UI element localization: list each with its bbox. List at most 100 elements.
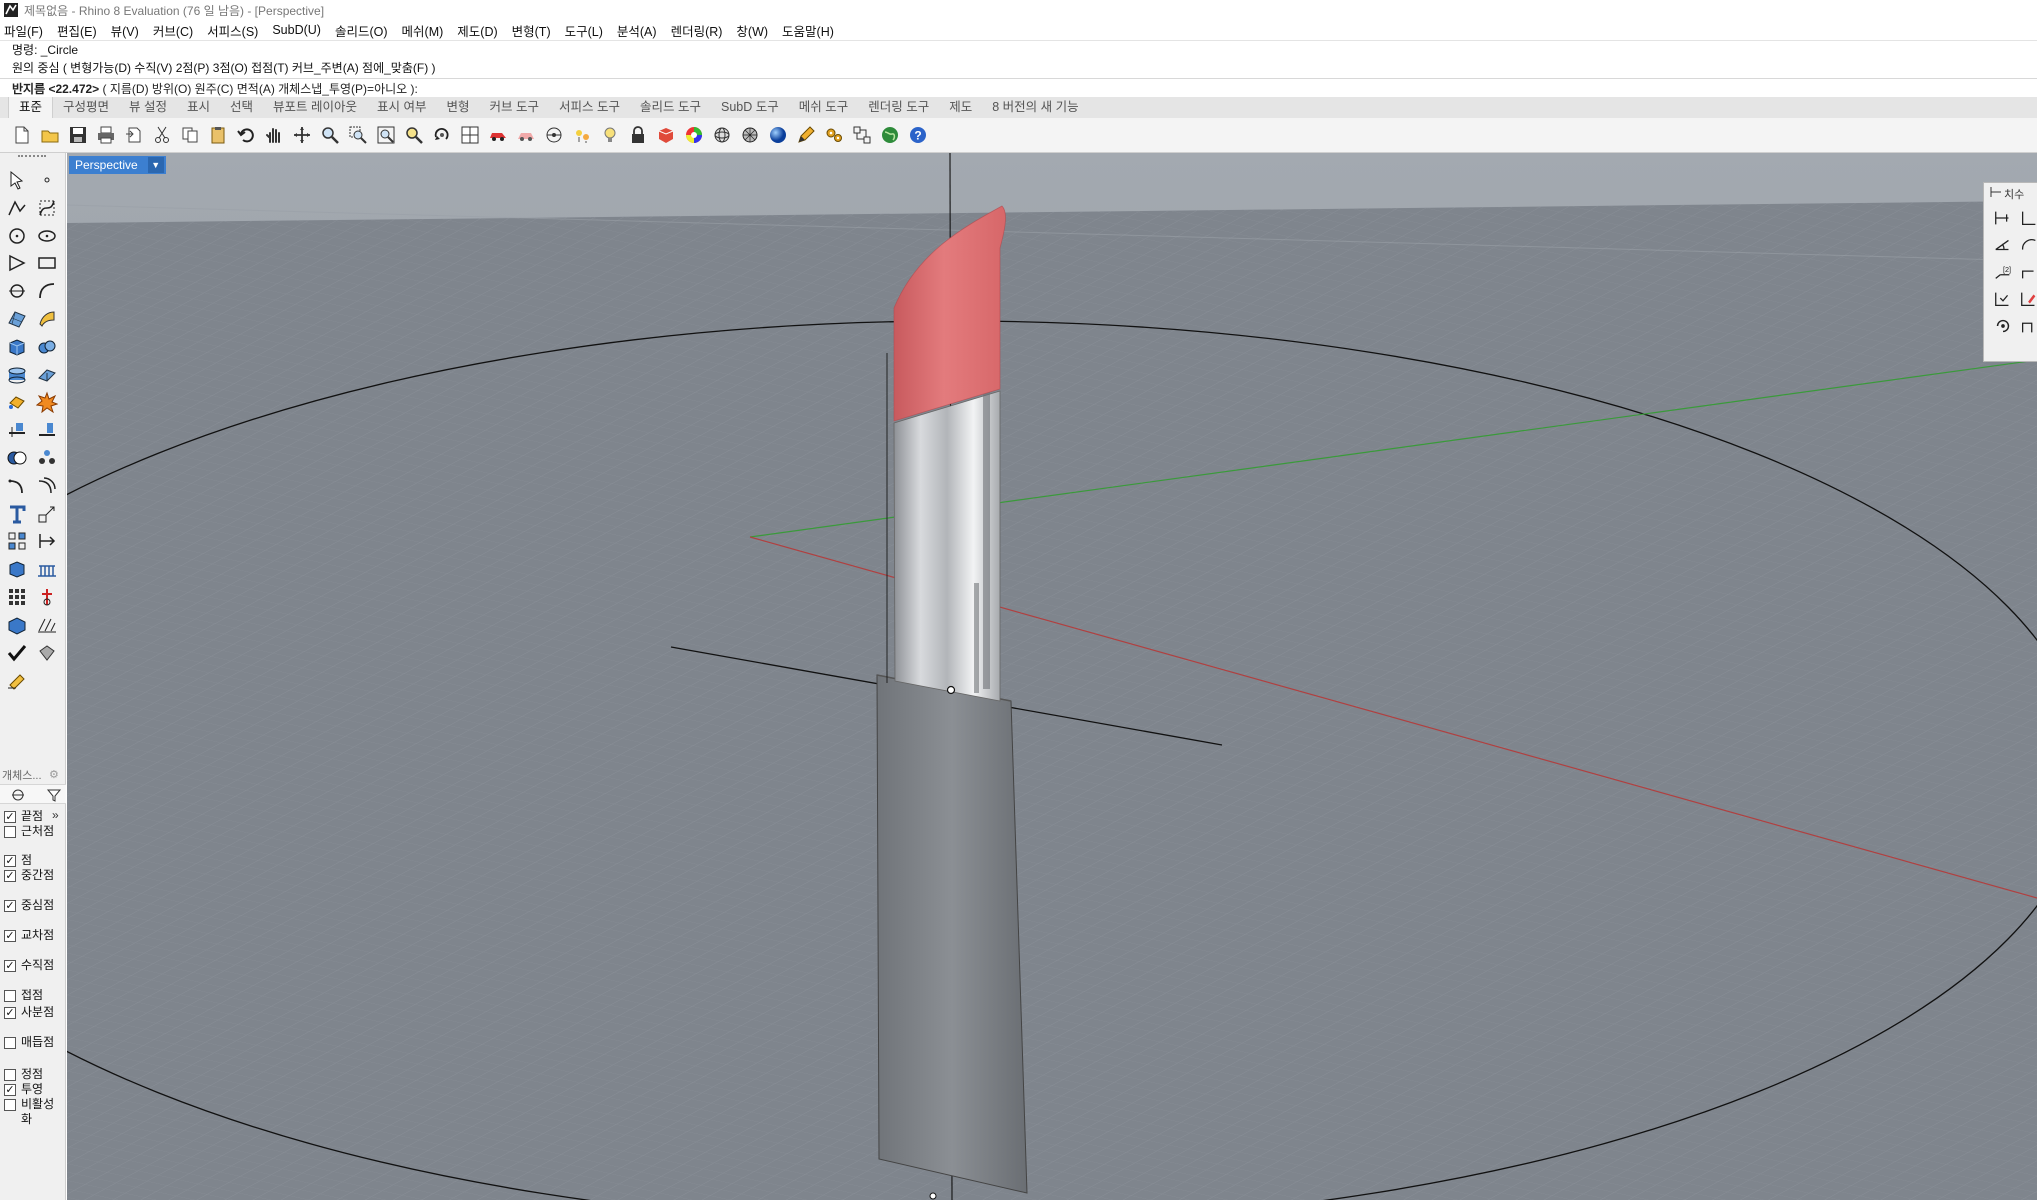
copy-icon[interactable] <box>178 123 202 147</box>
print-icon[interactable] <box>94 123 118 147</box>
tab-visibility[interactable]: 표시 여부 <box>367 97 436 118</box>
tab-set-view[interactable]: 뷰 설정 <box>119 97 177 118</box>
offset-icon[interactable] <box>34 473 60 499</box>
color-wheel-icon[interactable] <box>682 123 706 147</box>
dim-rotate-icon[interactable] <box>1990 313 2016 339</box>
tab-standard[interactable]: 표준 <box>8 97 54 118</box>
menu-solid[interactable]: 솔리드(O) <box>335 21 388 40</box>
render-preview-icon[interactable] <box>514 123 538 147</box>
menu-render[interactable]: 렌더링(R) <box>671 21 723 40</box>
polygon-icon[interactable] <box>4 250 30 276</box>
osnap-item-knot[interactable]: 매듭점 <box>4 1035 54 1065</box>
dim-leader-icon[interactable] <box>2016 259 2037 285</box>
paste-icon[interactable] <box>206 123 230 147</box>
arc-icon[interactable] <box>4 278 30 304</box>
tab-select[interactable]: 선택 <box>220 97 263 118</box>
sphere-wire-icon[interactable] <box>710 123 734 147</box>
dim-number-icon[interactable]: [2] <box>1990 259 2016 285</box>
rectangle-icon[interactable] <box>34 250 60 276</box>
tab-mesh-tools[interactable]: 메쉬 도구 <box>789 97 858 118</box>
view-rotate-icon[interactable] <box>430 123 454 147</box>
checkbox-checked-icon[interactable]: ✓ <box>4 870 16 882</box>
checkbox-checked-icon[interactable]: ✓ <box>4 900 16 912</box>
osnap-item-disable[interactable]: 비활성화 <box>4 1097 54 1127</box>
menu-drafting[interactable]: 제도(D) <box>457 21 497 40</box>
lights-icon[interactable] <box>570 123 594 147</box>
extrude-icon[interactable] <box>34 362 60 388</box>
snap-target-icon[interactable] <box>542 123 566 147</box>
checkbox-unchecked-icon[interactable] <box>4 990 16 1002</box>
checkbox-checked-icon[interactable]: ✓ <box>4 855 16 867</box>
command-prompt-options[interactable]: ( 지름(D) 방위(O) 원주(C) 면적(A) 개체스냅_투영(P)=아니오… <box>99 82 418 96</box>
zoom-icon[interactable] <box>318 123 342 147</box>
grasshopper-icon[interactable] <box>850 123 874 147</box>
snap-target-icon[interactable] <box>10 787 26 803</box>
checkbox-unchecked-icon[interactable] <box>4 826 16 838</box>
array-icon[interactable] <box>4 528 30 554</box>
dim-linear-icon[interactable] <box>1990 205 2016 231</box>
boolean-icon[interactable] <box>4 445 30 471</box>
osnap-item-near[interactable]: 근처점 <box>4 824 54 853</box>
tab-render-tools[interactable]: 렌더링 도구 <box>858 97 939 118</box>
surface-icon[interactable] <box>4 306 30 332</box>
car-icon[interactable] <box>486 123 510 147</box>
save-icon[interactable] <box>66 123 90 147</box>
ellipse-icon[interactable] <box>34 223 60 249</box>
osnap-item-tangent[interactable]: 접점 <box>4 988 54 1003</box>
checkbox-unchecked-icon[interactable] <box>4 1099 16 1111</box>
tab-solid-tools[interactable]: 솔리드 도구 <box>630 97 711 118</box>
dim-aligned-icon[interactable] <box>2016 205 2037 231</box>
lock-icon[interactable] <box>626 123 650 147</box>
tab-surface-tools[interactable]: 서피스 도구 <box>549 97 630 118</box>
tab-curve-tools[interactable]: 커브 도구 <box>480 97 549 118</box>
checkbox-unchecked-icon[interactable] <box>4 1069 16 1081</box>
curve-tool-icon[interactable] <box>34 278 60 304</box>
sphere-icon[interactable] <box>34 334 60 360</box>
join-icon[interactable] <box>34 445 60 471</box>
cube-wire-icon[interactable] <box>34 640 60 666</box>
select-arrow-icon[interactable] <box>4 167 30 193</box>
tab-new-in-v8[interactable]: 8 버전의 새 기능 <box>982 97 1088 118</box>
lipstick-case[interactable] <box>876 674 1028 1194</box>
osnap-item-center[interactable]: ✓ 중심점 <box>4 898 54 928</box>
palette-grip[interactable] <box>18 155 46 159</box>
checkbox-unchecked-icon[interactable] <box>4 1037 16 1049</box>
tab-subd-tools[interactable]: SubD 도구 <box>711 97 789 118</box>
history-icon[interactable] <box>34 612 60 638</box>
explode-icon[interactable] <box>34 389 60 415</box>
paint-icon[interactable] <box>4 667 30 693</box>
menu-view[interactable]: 뷰(V) <box>111 21 139 40</box>
trim-icon[interactable] <box>4 417 30 443</box>
perspective-viewport[interactable]: Perspective ▼ <box>67 153 2037 1200</box>
chevron-down-icon[interactable]: ▼ <box>147 157 164 173</box>
osnap-item-vertex[interactable]: 정점 <box>4 1067 54 1082</box>
cylinder-icon[interactable] <box>4 362 30 388</box>
zoom-extents-icon[interactable] <box>374 123 398 147</box>
render-sphere-icon[interactable] <box>766 123 790 147</box>
viewport-scene[interactable] <box>67 153 2037 1200</box>
mesh-icon[interactable] <box>4 389 30 415</box>
tab-cplanes[interactable]: 구성평면 <box>53 97 119 118</box>
osnap-item-project[interactable]: ✓ 투영 <box>4 1082 54 1097</box>
filter-icon[interactable] <box>46 787 62 803</box>
menu-subd[interactable]: SubD(U) <box>272 23 321 37</box>
grid-array-icon[interactable] <box>4 584 30 610</box>
dim-radius-icon[interactable] <box>2016 232 2037 258</box>
zoom-selected-icon[interactable] <box>402 123 426 147</box>
viewport-title-tab[interactable]: Perspective ▼ <box>69 156 166 174</box>
zoom-window-icon[interactable] <box>346 123 370 147</box>
menu-analyze[interactable]: 분석(A) <box>617 21 657 40</box>
pan-hand-icon[interactable] <box>262 123 286 147</box>
menu-mesh[interactable]: 메쉬(M) <box>402 21 444 40</box>
gear-cluster-icon[interactable] <box>822 123 846 147</box>
rotate-view-icon[interactable] <box>290 123 314 147</box>
menu-file[interactable]: 파일(F) <box>4 21 43 40</box>
scale-icon[interactable] <box>34 501 60 527</box>
four-viewports-icon[interactable] <box>458 123 482 147</box>
checkbox-checked-icon[interactable]: ✓ <box>4 1007 16 1019</box>
checkbox-checked-icon[interactable]: ✓ <box>4 1084 16 1096</box>
tab-drafting[interactable]: 제도 <box>939 97 982 118</box>
help-icon[interactable]: ? <box>906 123 930 147</box>
fillet-icon[interactable] <box>4 473 30 499</box>
text-icon[interactable] <box>4 501 30 527</box>
